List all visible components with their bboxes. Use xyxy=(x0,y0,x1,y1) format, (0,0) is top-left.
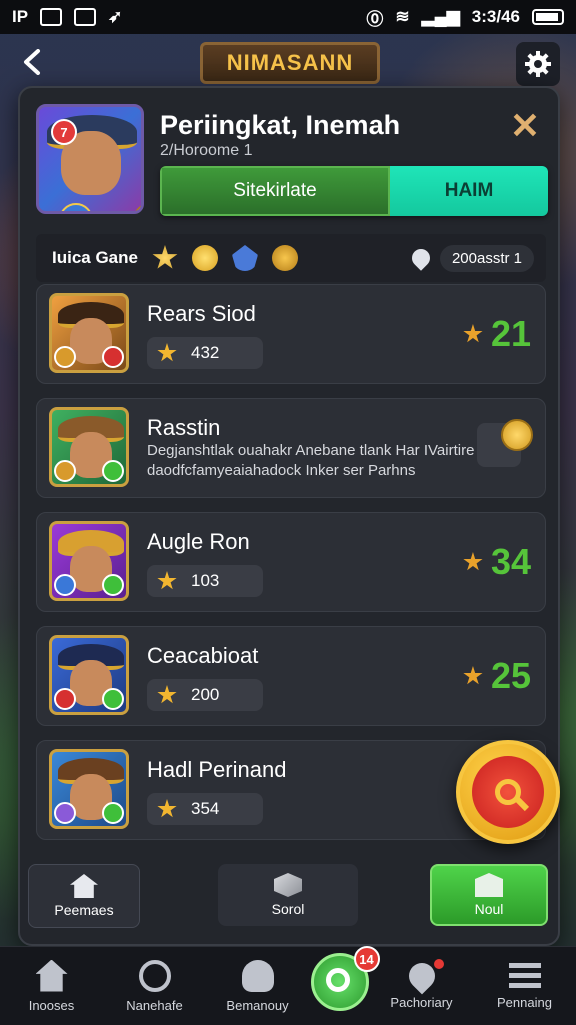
profile-tabs: Sitekirlate HAIM xyxy=(160,166,548,216)
action-button-home[interactable]: Peemaes xyxy=(28,864,140,928)
star-icon xyxy=(463,666,483,685)
face-badge-icon[interactable] xyxy=(191,245,218,271)
coin-icon xyxy=(501,419,533,451)
location-count[interactable]: 200asstr 1 xyxy=(408,244,534,272)
player-avatar xyxy=(49,407,129,487)
coin-icon xyxy=(133,203,141,211)
close-button[interactable]: ✕ xyxy=(510,108,540,144)
wifi-icon: ≋ xyxy=(395,7,410,26)
status-bar: IP ➶ ⓪ ≋ ▂▄▆ 3:3/46 xyxy=(0,0,576,34)
list-item[interactable]: Rears Siod 432 21 xyxy=(36,284,546,384)
star-icon xyxy=(463,324,483,343)
star-filter-icon[interactable] xyxy=(152,245,178,269)
player-name: Rears Siod xyxy=(147,301,256,326)
star-icon xyxy=(157,343,177,362)
status-time: 3:3/46 xyxy=(471,7,520,26)
action-button-box[interactable]: Sorol xyxy=(218,864,358,926)
search-icon xyxy=(495,779,521,805)
player-score: 432 xyxy=(147,337,263,369)
gold-coin-icon[interactable] xyxy=(271,245,298,271)
player-score: 103 xyxy=(147,565,263,597)
menu-icon xyxy=(508,962,541,989)
search-icon xyxy=(138,959,171,992)
star-icon xyxy=(157,799,177,818)
settings-button[interactable] xyxy=(516,42,560,86)
player-score: 200 xyxy=(147,679,263,711)
nav-center-search-button[interactable]: 14 xyxy=(310,946,380,1011)
player-name: Hadl Perinand xyxy=(147,757,287,782)
profile-subtitle: 2/Horoome 1 xyxy=(160,142,253,159)
player-name: Augle Ron xyxy=(147,529,250,554)
nav-item-cloud[interactable]: Bemanouy xyxy=(208,959,308,1013)
list-item[interactable]: Augle Ron 103 34 xyxy=(36,512,546,612)
house-icon xyxy=(70,874,98,898)
tab-primary[interactable]: Sitekirlate xyxy=(160,166,390,216)
notification-dot xyxy=(433,958,444,969)
player-score: 354 xyxy=(147,793,263,825)
count-value: 200asstr 1 xyxy=(439,244,534,272)
tab-secondary[interactable]: HAIM xyxy=(390,166,548,216)
filter-label: Iuica Gane xyxy=(52,248,138,267)
blue-gem-icon[interactable] xyxy=(231,245,258,271)
signal-icon: ▂▄▆ xyxy=(421,7,460,26)
cloud-icon xyxy=(241,959,274,992)
search-icon xyxy=(325,968,350,992)
player-rank: 34 xyxy=(463,541,531,583)
player-description: Degjanshtlak ouahakr Anebane tlank Har I… xyxy=(147,442,475,479)
status-left-text: IP xyxy=(12,7,29,26)
close-icon: ✕ xyxy=(509,105,540,146)
filter-row: Iuica Gane 200asstr 1 xyxy=(36,234,546,282)
nav-item-home[interactable]: Inooses xyxy=(2,959,102,1013)
star-icon xyxy=(463,552,483,571)
rocket-icon: ➶ xyxy=(108,7,123,26)
player-avatar xyxy=(49,635,129,715)
player-name: Rasstin xyxy=(147,415,221,440)
star-icon xyxy=(157,571,177,590)
nav-item-search[interactable]: Nanehafe xyxy=(105,959,205,1013)
mail-icon xyxy=(74,8,97,26)
gallery-icon xyxy=(40,8,63,26)
page-title: NIMASANN xyxy=(200,42,380,84)
list-item[interactable]: Rasstin Degjanshtlak ouahakr Anebane tla… xyxy=(36,398,546,498)
chevron-left-icon xyxy=(24,49,40,75)
nav-item-location[interactable]: Pachoriary xyxy=(372,957,472,1010)
action-button-mail[interactable]: Noul xyxy=(430,864,548,926)
star-icon xyxy=(157,685,177,704)
alarm-icon: ⓪ xyxy=(366,9,384,29)
player-rank: 21 xyxy=(463,313,531,355)
back-button[interactable] xyxy=(14,44,50,80)
gear-icon xyxy=(525,51,551,77)
pin-icon xyxy=(408,245,434,271)
player-avatar xyxy=(49,293,129,373)
battery-icon xyxy=(532,9,564,25)
action-bar: Peemaes Sorol Noul xyxy=(28,864,548,928)
player-avatar xyxy=(49,749,129,829)
player-name: Ceacabioat xyxy=(147,643,259,668)
home-icon xyxy=(35,959,68,992)
bottom-nav: Inooses Nanehafe Bemanouy 14 Pachoriary … xyxy=(0,946,576,1025)
player-rank: 25 xyxy=(463,655,531,697)
rank-badge: 7 xyxy=(51,119,77,145)
player-avatar xyxy=(49,521,129,601)
nav-item-menu[interactable]: Pennaing xyxy=(475,962,575,1010)
profile-name: Periingkat, Inemah xyxy=(160,110,401,140)
search-fab-button[interactable] xyxy=(456,740,560,844)
mail-icon xyxy=(475,873,503,897)
list-item[interactable]: Ceacabioat 200 25 xyxy=(36,626,546,726)
box-icon xyxy=(274,873,302,897)
top-bar: NIMASANN xyxy=(0,38,576,86)
level-shield-icon: ★ xyxy=(59,203,93,211)
profile-avatar[interactable]: 7 ★ xyxy=(36,104,144,214)
